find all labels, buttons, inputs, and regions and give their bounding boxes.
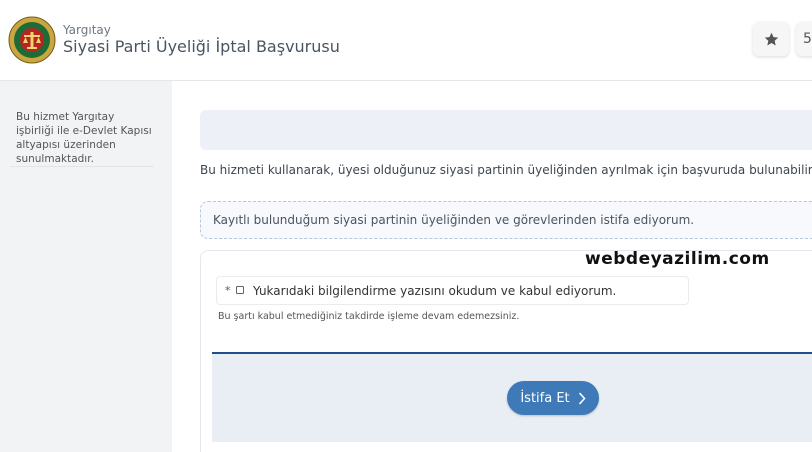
declaration-box: Kayıtlı bulunduğum siyasi partinin üyeli… — [200, 201, 812, 239]
yargitay-logo — [8, 16, 56, 64]
sidebar-info-text: Bu hizmet Yargıtay işbirliği ile e-Devle… — [16, 111, 152, 165]
declaration-text: Kayıtlı bulunduğum siyasi partinin üyeli… — [213, 213, 695, 227]
required-mark: * — [225, 284, 231, 297]
header-action-button[interactable]: 5 — [796, 22, 812, 56]
sidebar-divider — [10, 166, 154, 167]
header-action-button-label: 5 — [803, 31, 812, 47]
submit-button-label: İstifa Et — [520, 390, 570, 406]
organization-name: Yargıtay — [63, 23, 111, 37]
chevron-right-icon — [578, 391, 586, 405]
info-banner — [200, 110, 812, 150]
service-title: Siyasi Parti Üyeliği İptal Başvurusu — [63, 37, 340, 56]
consent-checkbox-label[interactable]: Yukarıdaki bilgilendirme yazısını okudum… — [253, 284, 616, 298]
star-icon — [764, 32, 778, 45]
intro-text: Bu hizmeti kullanarak, üyesi olduğunuz s… — [200, 163, 812, 177]
consent-warning-text: Bu şartı kabul etmediğiniz takdirde işle… — [218, 311, 520, 322]
favorite-button[interactable] — [753, 22, 789, 56]
watermark: webdeyazilim.com — [585, 249, 770, 269]
page-header: Yargıtay Siyasi Parti Üyeliği İptal Başv… — [0, 0, 812, 81]
submit-button[interactable]: İstifa Et — [507, 381, 599, 415]
consent-checkbox[interactable] — [236, 286, 244, 294]
